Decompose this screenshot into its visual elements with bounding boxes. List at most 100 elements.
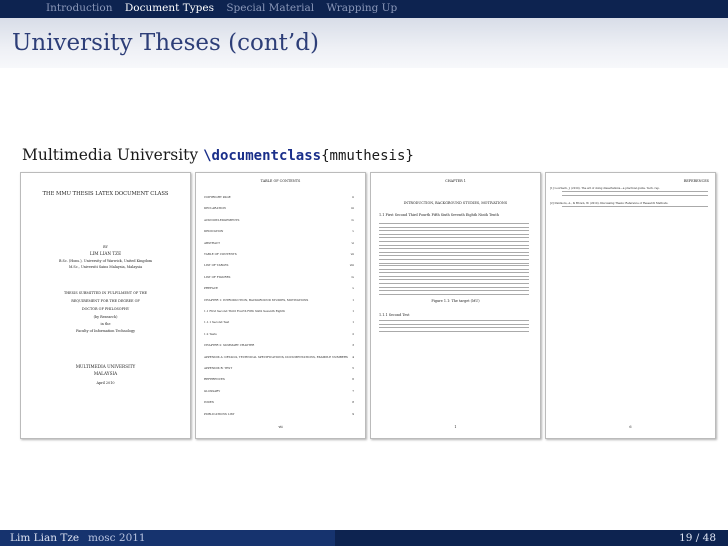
reference-1-text: [562, 191, 708, 198]
heading-argument: {mmuthesis}: [321, 148, 414, 164]
toc-row: ABSTRACT vi: [204, 241, 354, 245]
references-page-number: 6: [629, 425, 632, 429]
toc-row-label: CHAPTER 2: SUMMARY CHAPTER: [204, 343, 255, 348]
frame-title: University Theses (cont’d): [12, 30, 319, 56]
toc-row-page: ix: [351, 274, 354, 279]
thesis-title: THE MMU THESIS LATEX DOCUMENT CLASS: [42, 191, 169, 197]
toc-row-page: 8: [352, 400, 354, 405]
degree-2: M.Sc., Universiti Sains Malaysia, Malays…: [68, 265, 143, 269]
references-page-preview: REFERENCES [1] Loorbach, J. (2010). The …: [545, 172, 716, 439]
toc-row: DEDICATION v: [204, 229, 354, 233]
nav-item-document-types[interactable]: Document Types: [125, 2, 214, 14]
toc-row: LIST OF TABLES viii: [204, 263, 354, 267]
toc-row-page: viii: [349, 263, 354, 268]
toc-row-label: DEDICATION: [204, 229, 224, 234]
toc-row-page: 7: [352, 388, 354, 393]
chapter-number: CHAPTER 1: [445, 179, 466, 183]
footer-page-counter: 19 / 48: [679, 532, 716, 544]
footer-event: mosc 2011: [88, 532, 146, 544]
toc-row: APPENDIX B: TEST 5: [204, 366, 354, 370]
toc-row-label: LIST OF FIGURES: [204, 274, 231, 279]
toc-row-label: COPYRIGHT PAGE: [204, 195, 231, 199]
toc-row-page: v: [352, 229, 354, 234]
thesis-line-2: REQUIREMENT FOR THE DEGREE OF: [71, 299, 140, 303]
submission-date: April 2010: [96, 381, 115, 385]
toc-row-label: GLOSSARY: [204, 388, 221, 393]
toc-row-page: vi: [351, 240, 354, 245]
toc-row-label: 1.1 First Second Third Fourth Fifth Sixt…: [204, 309, 286, 313]
nav-sections: Introduction Document Types Special Mate…: [46, 2, 406, 14]
toc-row: PUBLICATIONS LIST 9: [204, 412, 354, 416]
toc-row: GLOSSARY 7: [204, 389, 354, 393]
title-page-preview: THE MMU THESIS LATEX DOCUMENT CLASS BY L…: [20, 172, 191, 439]
toc-row-label: PREFACE: [204, 286, 218, 291]
reference-2-text: [562, 206, 708, 210]
toc-heading: TABLE OF CONTENTS: [260, 179, 301, 183]
nav-item-wrapping-up[interactable]: Wrapping Up: [326, 2, 397, 14]
toc-row-page: 9: [352, 411, 354, 416]
thesis-line-3: DOCTOR OF PHILOSOPHY: [81, 307, 130, 311]
heading-command: \documentclass: [203, 148, 322, 164]
toc-row: CHAPTER 1: INTRODUCTION, BACKGROUND STUD…: [204, 298, 354, 302]
toc-row-label: LIST OF TABLES: [204, 263, 229, 268]
toc-page-number: vii: [278, 425, 283, 429]
toc-row-page: 3: [352, 343, 354, 348]
toc-row-page: 1: [352, 309, 354, 313]
footer-author: Lim Lian Tze: [10, 532, 80, 544]
toc-row-page: 1: [352, 320, 354, 325]
toc-row-page: iii: [351, 206, 354, 211]
in-the-label: in the: [100, 322, 111, 326]
chapter-page-number: 1: [454, 425, 457, 429]
toc-row: REFERENCES 6: [204, 377, 354, 381]
nav-bar: Introduction Document Types Special Mate…: [0, 0, 728, 18]
toc-row: TABLE OF CONTENTS vii: [204, 252, 354, 256]
toc-row-page: vii: [350, 252, 354, 256]
toc-row: LIST OF FIGURES ix: [204, 275, 354, 279]
toc-row: 1.2 Tests 2: [204, 332, 354, 336]
slide-heading: Multimedia University \documentclass{mmu…: [22, 146, 414, 164]
toc-row-label: CHAPTER 1: INTRODUCTION, BACKGROUND STUD…: [204, 297, 309, 302]
toc-row-label: 1.2 Tests: [204, 331, 217, 336]
toc-row-page: 1: [352, 297, 354, 302]
subsection-heading: 1.1.1 Second Test: [379, 313, 410, 317]
thesis-page-previews: THE MMU THESIS LATEX DOCUMENT CLASS BY L…: [20, 172, 716, 439]
toc-row-label: TABLE OF CONTENTS: [204, 252, 237, 256]
research-label: (by Research): [93, 315, 118, 319]
toc-row-label: ACKNOWLEDGEMENTS: [204, 217, 240, 222]
toc-page-preview: TABLE OF CONTENTS COPYRIGHT PAGE ii DECLAR…: [195, 172, 366, 439]
toc-row-page: iv: [351, 217, 354, 222]
country-name: MALAYSIA: [93, 371, 118, 376]
toc-row-page: 6: [352, 377, 354, 382]
chapter-title: INTRODUCTION, BACKGROUND STUDIES, MOTIVA…: [403, 201, 508, 205]
chapter-page-preview: CHAPTER 1 INTRODUCTION, BACKGROUND STUDI…: [370, 172, 541, 439]
nav-item-introduction[interactable]: Introduction: [46, 2, 113, 14]
toc-row-label: APPENDIX B: TEST: [204, 366, 233, 370]
section-heading: 1.1 First Second Third Fourth Fifth Sixt…: [379, 213, 499, 217]
footer-bar: Lim Lian Tze mosc 2011 19 / 48: [0, 530, 728, 546]
toc-row-label: 1.1.1 Second Test: [204, 320, 230, 325]
by-label: BY: [103, 245, 108, 249]
toc-row: INDEX 8: [204, 400, 354, 404]
nav-item-special-material[interactable]: Special Material: [226, 2, 314, 14]
toc-row-label: INDEX: [204, 400, 214, 405]
toc-row: ACKNOWLEDGEMENTS iv: [204, 218, 354, 222]
faculty-name: Faculty of Information Technology: [76, 329, 135, 333]
toc-row: 1.1.1 Second Test 1: [204, 320, 354, 324]
toc-row-label: ABSTRACT: [204, 240, 220, 245]
toc-row: 1.1 First Second Third Fourth Fifth Sixt…: [204, 309, 354, 313]
figure-caption: Figure 1.1: The target (MU): [431, 299, 480, 303]
author-name: LIM LIAN TZE: [89, 251, 122, 256]
chapter-body-text-2: [379, 265, 529, 297]
toc-row-label: DECLARATION: [204, 206, 226, 211]
university-name: MULTIMEDIA UNIVERSITY: [75, 364, 136, 369]
toc-row-label: PUBLICATIONS LIST: [204, 411, 235, 416]
heading-prefix: Multimedia University: [22, 146, 204, 164]
toc-row: APPENDIX A: DETAILS, TECHNICAL SPECIFICA…: [204, 355, 354, 359]
toc-row-page: 2: [352, 331, 354, 336]
toc-row-page: 5: [352, 366, 354, 370]
toc-row: PREFACE x: [204, 286, 354, 290]
toc-row-page: ii: [352, 195, 354, 199]
toc-row-page: 4: [352, 354, 354, 359]
chapter-body-text-3: [379, 320, 529, 334]
toc-row: DECLARATION iii: [204, 206, 354, 210]
